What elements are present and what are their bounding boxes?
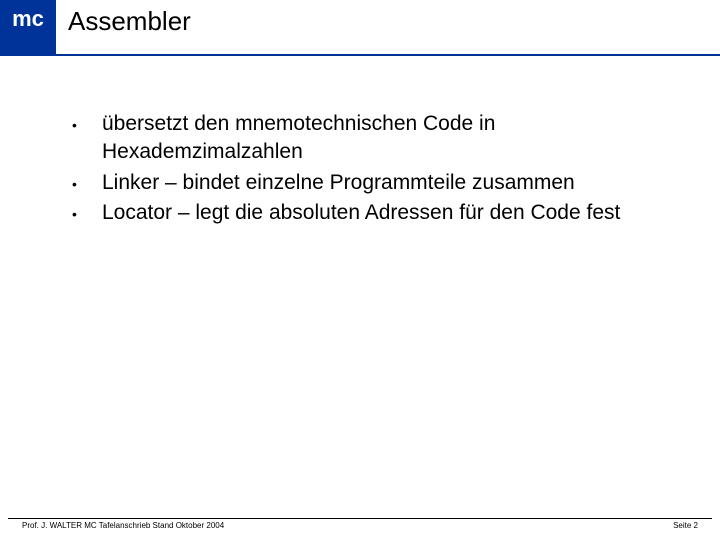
- slide-header: mc Assembler: [0, 0, 720, 56]
- footer-credits: Prof. J. WALTER MC Tafelanschrieb Stand …: [22, 521, 224, 530]
- list-item: Locator – legt die absoluten Adressen fü…: [64, 199, 694, 227]
- bullet-list: übersetzt den mnemotechnischen Code in H…: [64, 110, 694, 227]
- slide-title: Assembler: [68, 6, 191, 37]
- list-item: übersetzt den mnemotechnischen Code in H…: [64, 110, 694, 167]
- title-box: Assembler: [56, 0, 720, 56]
- slide-footer: Prof. J. WALTER MC Tafelanschrieb Stand …: [8, 518, 712, 530]
- logo-text: mc: [12, 6, 44, 32]
- list-item: Linker – bindet einzelne Programmteile z…: [64, 169, 694, 197]
- logo-box: mc: [0, 0, 56, 56]
- page-number: Seite 2: [673, 521, 698, 530]
- slide-content: übersetzt den mnemotechnischen Code in H…: [0, 56, 720, 227]
